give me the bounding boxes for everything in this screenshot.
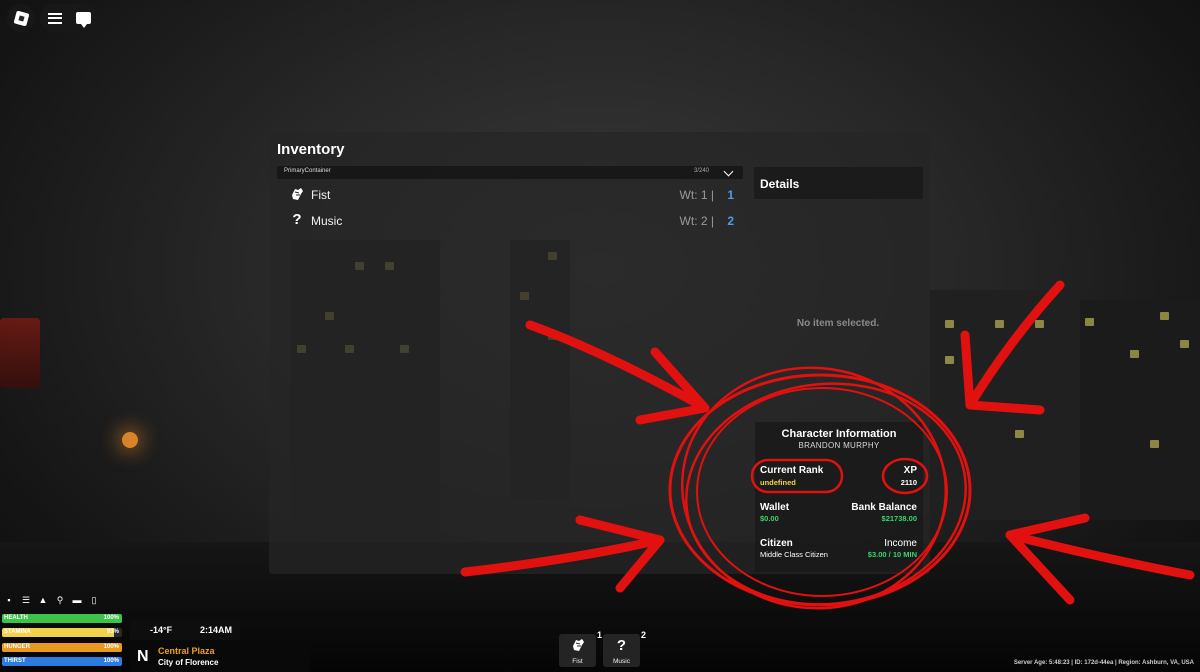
bank-balance-label: Bank Balance (851, 502, 917, 513)
no-item-selected-text: No item selected. (796, 318, 880, 329)
details-title: Details (760, 177, 800, 191)
running-icon[interactable]: ⚲ (55, 595, 65, 605)
income-value: $3.00 / 10 MIN (867, 550, 917, 559)
stamina-bar: STAMINA 93% (2, 628, 122, 637)
income-label: Income (884, 538, 917, 549)
chat-icon[interactable] (75, 12, 91, 28)
server-info: Server Age: 5:48:23 | ID: 172d-44ea | Re… (1013, 660, 1194, 666)
current-rank-label: Current Rank (760, 465, 824, 476)
bed-icon[interactable]: ▬ (72, 595, 82, 605)
inventory-item-music[interactable]: ? Music Wt: 2 | 2 (289, 209, 734, 233)
container-dropdown[interactable]: PrimaryContainer 3/240 (277, 166, 743, 179)
hotbar-label: Fist (572, 658, 583, 665)
xp-label: XP (903, 465, 917, 476)
details-header: Details (754, 167, 923, 199)
wallet-value: $0.00 (760, 514, 779, 523)
item-weight: Wt: 1 | (679, 188, 714, 202)
xp-value: 2110 (900, 478, 917, 487)
inventory-title: Inventory (277, 141, 345, 158)
stat-label: HEALTH (4, 615, 28, 621)
stat-label: HUNGER (4, 644, 31, 650)
location-name: Central Plaza (158, 646, 215, 656)
citizen-value: Middle Class Citizen (760, 550, 828, 559)
hotbar-number: 1 (596, 630, 602, 640)
hud-icon-row: ▪ ☰ ▲ ⚲ ▬ ▯ (4, 595, 99, 605)
wallet-label: Wallet (760, 502, 790, 513)
hamburger-menu-icon[interactable] (47, 12, 62, 24)
hotbar-label: Music (613, 658, 630, 665)
phone-icon[interactable]: ▯ (89, 595, 99, 605)
question-mark-icon: ? (292, 211, 302, 228)
temperature: -14°F (150, 625, 173, 635)
hotbar-slot-music[interactable]: ? Music 2 (603, 630, 646, 667)
hunger-bar: HUNGER 100% (2, 643, 122, 652)
hotbar-slot-fist[interactable]: Fist 1 (559, 630, 602, 667)
stat-percent: 100% (103, 644, 119, 650)
character-name: BRANDON MURPHY (798, 441, 880, 450)
stat-label: THIRST (4, 658, 26, 664)
item-name: Fist (311, 188, 331, 202)
stat-label: STAMINA (4, 629, 31, 635)
item-weight: Wt: 2 | (679, 214, 714, 228)
weather-clock: -14°F 2:14AM (130, 620, 240, 640)
thirst-bar: THIRST 100% (2, 657, 122, 666)
backpack-icon[interactable]: ▪ (4, 595, 14, 605)
stat-percent: 100% (103, 615, 119, 621)
location-panel: N Central Plaza City of Florence (130, 641, 310, 672)
question-mark-icon: ? (616, 637, 627, 654)
item-name: Music (311, 214, 343, 228)
game-time: 2:14AM (200, 625, 233, 635)
stat-percent: 93% (106, 629, 119, 635)
list-icon[interactable]: ☰ (21, 595, 31, 605)
top-menu-group[interactable] (40, 4, 98, 32)
compass-direction: N (137, 648, 149, 665)
character-information-panel: Character Information BRANDON MURPHY Cur… (755, 422, 923, 572)
citizen-label: Citizen (760, 538, 793, 549)
car-icon[interactable]: ▲ (38, 595, 48, 605)
city-name: City of Florence (158, 658, 219, 667)
fist-icon (289, 186, 305, 202)
bank-balance-value: $21738.00 (881, 514, 917, 523)
container-name: PrimaryContainer (284, 168, 331, 174)
health-bar: HEALTH 100% (2, 614, 122, 623)
container-count: 3/240 (693, 168, 709, 174)
inventory-item-fist[interactable]: Fist Wt: 1 | 1 (289, 183, 734, 207)
character-info-title: Character Information (781, 428, 897, 440)
roblox-menu-button[interactable] (7, 4, 35, 32)
item-quantity: 1 (727, 188, 734, 202)
hotbar-number: 2 (640, 630, 646, 640)
current-rank-value: undefined (760, 478, 796, 487)
stat-percent: 100% (103, 658, 119, 664)
roblox-logo-icon (13, 10, 29, 26)
fist-icon (559, 637, 596, 657)
item-quantity: 2 (727, 214, 734, 228)
chevron-down-icon[interactable] (723, 166, 734, 177)
